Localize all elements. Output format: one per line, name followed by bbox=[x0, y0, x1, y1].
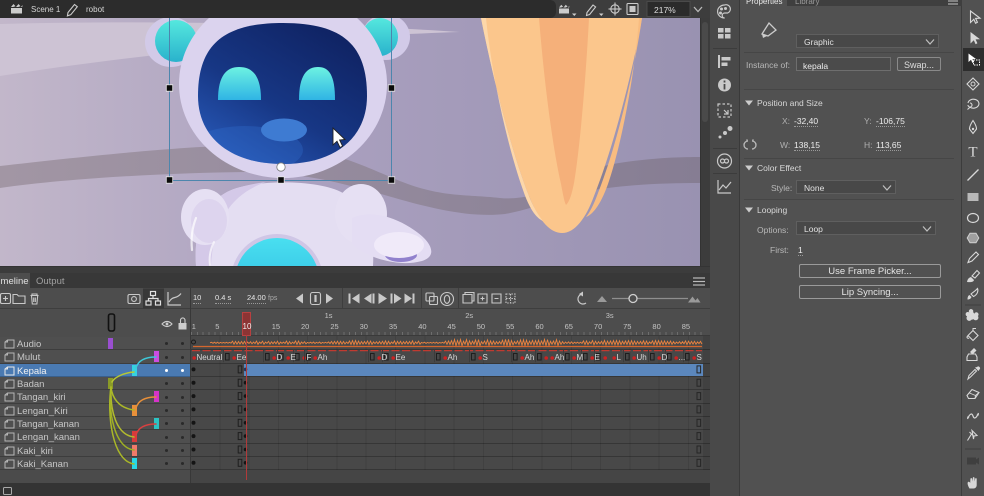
svg-text:T: T bbox=[968, 145, 977, 161]
